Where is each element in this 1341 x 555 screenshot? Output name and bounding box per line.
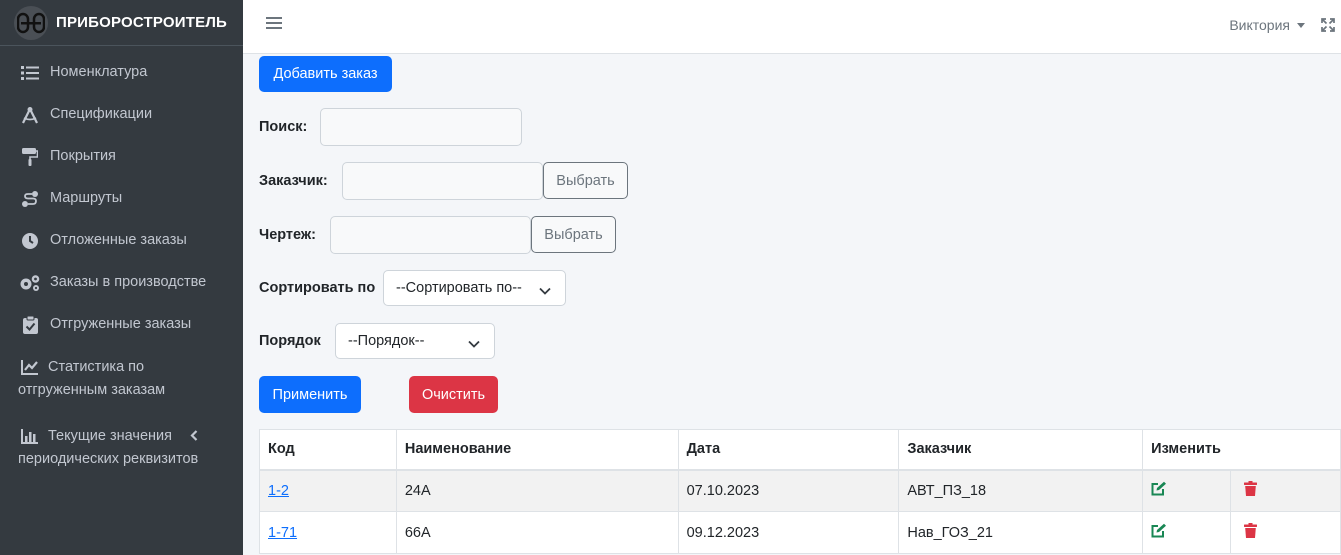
- caret-down-icon: [1297, 22, 1305, 28]
- customer-label: Заказчик:: [259, 173, 328, 189]
- drawing-label: Чертеж:: [259, 227, 317, 243]
- chevron-left-icon: [190, 427, 203, 448]
- cell-name: 66А: [395, 511, 679, 554]
- customer-select-button[interactable]: Выбрать: [543, 162, 628, 199]
- clear-button[interactable]: Очистить: [409, 376, 498, 413]
- trash-icon[interactable]: [1244, 481, 1258, 500]
- sidebar-item-label: Номенклатура: [50, 64, 148, 80]
- cell-customer: Нав_ГОЗ_21: [898, 511, 1144, 554]
- column-header-date: Дата: [677, 429, 900, 471]
- sidebar-item-label: Покрытия: [50, 148, 116, 164]
- clock-icon: [18, 230, 42, 251]
- sidebar: ПРИБОРОСТРОИТЕЛЬ Номенклатура Спецификац…: [0, 0, 243, 555]
- edit-icon[interactable]: [1151, 481, 1167, 500]
- cell-edit: [1142, 511, 1232, 554]
- sidebar-item-label: Маршруты: [50, 190, 123, 206]
- sidebar-item-shipped-orders[interactable]: Отгруженные заказы: [0, 304, 243, 346]
- sidebar-item-coatings[interactable]: Покрытия: [0, 136, 243, 178]
- table-header-row: Код Наименование Дата Заказчик Изменить: [259, 429, 1341, 471]
- sidebar-item-nomenclature[interactable]: Номенклатура: [0, 52, 243, 94]
- cell-code: 1-71: [259, 511, 397, 554]
- order-select[interactable]: --Порядок--: [335, 323, 495, 359]
- cell-code: 1-2: [259, 469, 397, 512]
- chart-bar-icon: [18, 425, 42, 446]
- sidebar-item-label: Спецификации: [50, 106, 153, 122]
- chevron-down-icon: [468, 336, 480, 352]
- main-content: Добавить заказ Поиск: Заказчик: Выбрать …: [243, 54, 1341, 555]
- column-header-code: Код: [259, 429, 397, 471]
- drawing-input[interactable]: [330, 216, 531, 254]
- sidebar-item-shipped-stats[interactable]: Статистика по отгруженным заказам: [0, 346, 243, 413]
- sidebar-nav: Номенклатура Спецификации Покрытия Маршр…: [0, 46, 243, 482]
- sidebar-item-label: Заказы в производстве: [50, 274, 207, 290]
- paint-roller-icon: [18, 146, 42, 167]
- sort-select-value: --Сортировать по--: [396, 280, 522, 296]
- top-navbar: Виктория: [243, 0, 1341, 54]
- user-menu[interactable]: Виктория: [1229, 17, 1305, 33]
- clipboard-check-icon: [18, 314, 42, 335]
- drawing-select-button[interactable]: Выбрать: [531, 216, 616, 253]
- edit-icon[interactable]: [1151, 523, 1167, 542]
- compass-icon: [18, 104, 42, 125]
- customer-input[interactable]: [342, 162, 543, 200]
- cell-date: 09.12.2023: [677, 511, 900, 554]
- order-select-value: --Порядок--: [348, 333, 425, 349]
- sidebar-item-routes[interactable]: Маршруты: [0, 178, 243, 220]
- order-code-link[interactable]: 1-71: [268, 525, 297, 541]
- cell-edit: [1142, 469, 1232, 512]
- cell-customer: АВТ_ПЗ_18: [898, 469, 1144, 512]
- order-label: Порядок: [259, 333, 321, 349]
- sidebar-item-label: Текущие значения периодических реквизито…: [18, 428, 199, 467]
- search-label: Поиск:: [259, 119, 308, 135]
- sidebar-item-label: Отгруженные заказы: [50, 316, 192, 332]
- chevron-down-icon: [539, 283, 551, 299]
- brand[interactable]: ПРИБОРОСТРОИТЕЛЬ: [0, 0, 243, 46]
- trash-icon[interactable]: [1244, 523, 1258, 542]
- sidebar-item-deferred-orders[interactable]: Отложенные заказы: [0, 220, 243, 262]
- column-header-customer: Заказчик: [898, 429, 1144, 471]
- fullscreen-icon[interactable]: [1321, 18, 1335, 32]
- brand-name: ПРИБОРОСТРОИТЕЛЬ: [56, 14, 228, 31]
- column-header-name: Наименование: [395, 429, 679, 471]
- sort-select[interactable]: --Сортировать по--: [383, 270, 566, 306]
- gears-icon: [18, 272, 42, 293]
- order-code-link[interactable]: 1-2: [268, 483, 289, 499]
- add-order-button[interactable]: Добавить заказ: [259, 56, 392, 92]
- route-icon: [18, 188, 42, 209]
- menu-toggle-icon[interactable]: [266, 17, 282, 33]
- sort-label: Сортировать по: [259, 280, 376, 296]
- cell-date: 07.10.2023: [677, 469, 900, 512]
- orders-table: Код Наименование Дата Заказчик Изменить …: [259, 429, 1341, 554]
- user-name: Виктория: [1229, 17, 1290, 33]
- column-header-edit: Изменить: [1142, 429, 1341, 471]
- cell-delete: [1230, 469, 1341, 512]
- chart-line-icon: [18, 356, 42, 377]
- brand-logo-icon: [14, 5, 48, 40]
- search-input[interactable]: [320, 108, 522, 146]
- cell-name: 24А: [395, 469, 679, 512]
- sidebar-item-orders-in-production[interactable]: Заказы в производстве: [0, 262, 243, 304]
- sidebar-item-specifications[interactable]: Спецификации: [0, 94, 243, 136]
- apply-button[interactable]: Применить: [259, 376, 361, 413]
- cell-delete: [1230, 511, 1341, 554]
- sidebar-item-periodic-requisites[interactable]: Текущие значения периодических реквизито…: [0, 413, 243, 482]
- table-row: 1-71 66А 09.12.2023 Нав_ГОЗ_21: [259, 511, 1341, 554]
- list-icon: [18, 62, 42, 83]
- sidebar-item-label: Отложенные заказы: [50, 232, 187, 248]
- table-row: 1-2 24А 07.10.2023 АВТ_ПЗ_18: [259, 469, 1341, 512]
